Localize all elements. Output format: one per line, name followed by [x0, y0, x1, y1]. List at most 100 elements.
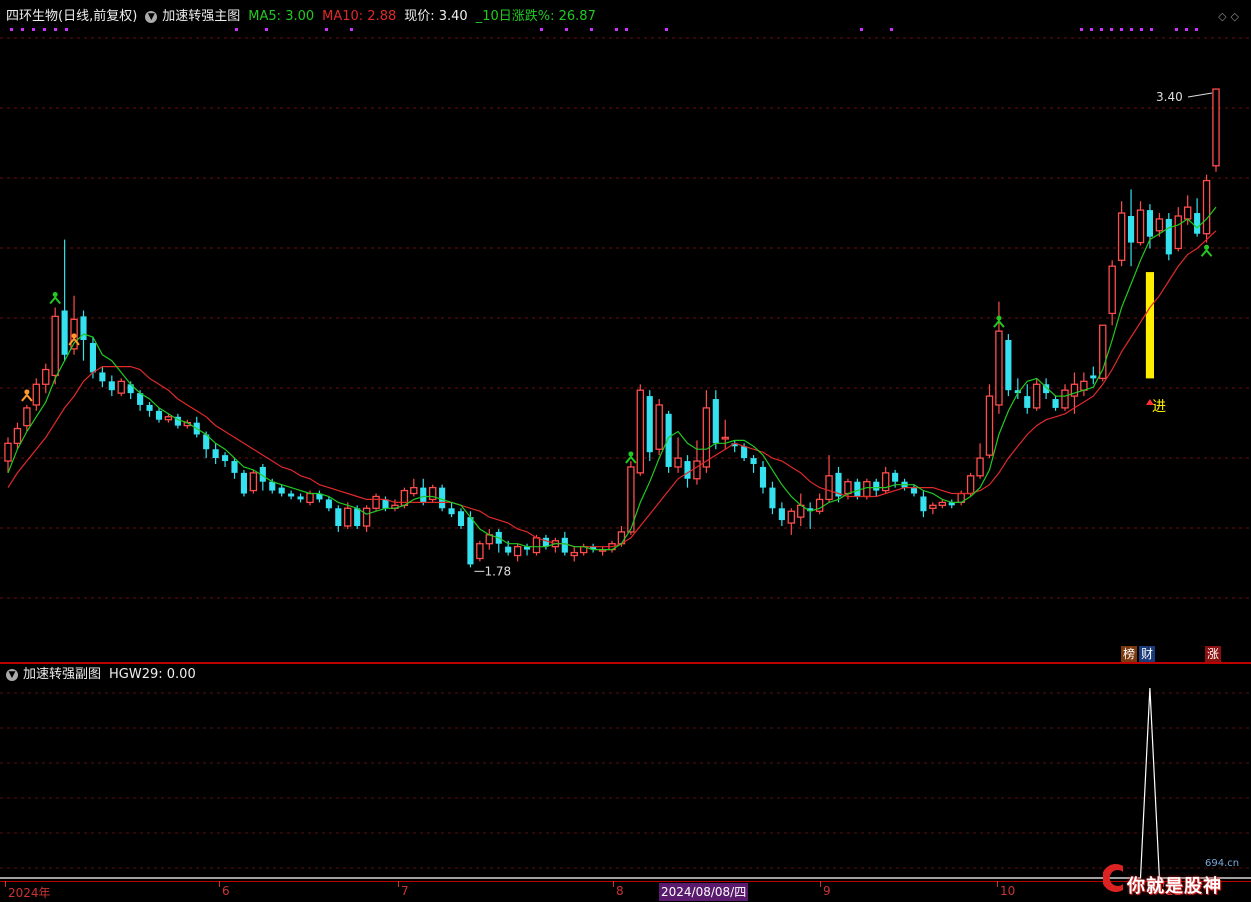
indicator-menu-icon[interactable]: ▼: [145, 11, 158, 23]
high-price-label: 3.40: [1156, 90, 1183, 104]
watermark: 你就是股神 694.cn: [1103, 858, 1248, 898]
marker-dot: [1110, 28, 1113, 31]
candle-up: [844, 481, 852, 495]
candle-up: [51, 315, 59, 377]
stock-title[interactable]: 四环生物(日线,前复权): [6, 7, 137, 27]
marker-dot: [265, 28, 268, 31]
candle-up: [1108, 265, 1116, 315]
price-chart-svg: 3.40 1.78 进: [0, 28, 1251, 599]
candle-up: [1136, 209, 1145, 244]
diamond-outline-icon[interactable]: ◇: [1231, 10, 1243, 23]
candle-down: [221, 455, 229, 462]
candle-up: [655, 404, 663, 450]
candle-down: [297, 496, 304, 500]
marker-dot: [540, 28, 543, 31]
candle-down: [873, 481, 880, 491]
candle-up: [966, 475, 975, 495]
candle-up: [1202, 179, 1211, 235]
date-label-9: 9: [820, 881, 831, 898]
candle-up: [1212, 88, 1220, 167]
candle-up: [674, 457, 682, 468]
marker-dot: [1100, 28, 1103, 31]
candle-down: [910, 487, 918, 494]
marker-dot: [665, 28, 668, 31]
candle-down: [561, 537, 568, 553]
date-cursor-label: 2024/08/08/四: [659, 883, 749, 901]
diamond-icon[interactable]: ◇: [1218, 10, 1230, 23]
marker-dot: [1140, 28, 1143, 31]
marker-dot: [65, 28, 68, 31]
marker-dot: [1175, 28, 1178, 31]
candle-up: [476, 543, 484, 560]
marker-dot: [625, 28, 628, 31]
sub-indicator-name[interactable]: 加速转强副图: [23, 665, 101, 685]
price-label: 现价: 3.40: [404, 9, 468, 24]
sub-indicator-menu-icon[interactable]: ▼: [6, 669, 18, 681]
change-label: _10日涨跌%: 26.87: [475, 9, 596, 24]
candle-down: [61, 310, 68, 355]
corner-icons[interactable]: ◇◇: [1218, 10, 1243, 23]
candle-down: [231, 461, 238, 473]
candle-down: [146, 404, 153, 411]
marker-dot: [32, 28, 35, 31]
hgw29-line: [0, 687, 1251, 879]
candle-up: [117, 380, 125, 394]
signal-text: 进: [1152, 399, 1166, 415]
candle-down: [1127, 216, 1135, 243]
candle-down: [1052, 399, 1059, 408]
candle-up: [995, 330, 1003, 406]
candle-up: [636, 389, 645, 474]
candle-down: [108, 381, 115, 391]
candle-up: [1117, 212, 1126, 261]
candle-down: [457, 511, 465, 526]
main-header: 四环生物(日线,前复权) ▼ 加速转强主图 MA5: 3.00 MA10: 2.…: [6, 7, 604, 27]
candle-down: [439, 487, 446, 509]
candle-up: [1080, 380, 1088, 391]
finance-badge[interactable]: 财: [1139, 646, 1156, 662]
candle-down: [288, 493, 295, 497]
limit-up-badge[interactable]: 涨: [1205, 646, 1222, 662]
candle-down: [240, 472, 248, 494]
candle-up: [976, 457, 984, 477]
marker-dot: [1195, 28, 1198, 31]
candle-down: [750, 458, 757, 464]
marker-dot: [1120, 28, 1123, 31]
candle-down: [759, 466, 767, 488]
candle-down: [1005, 340, 1012, 391]
person-marker-icon: [49, 295, 61, 305]
candle-up: [1061, 389, 1069, 409]
date-label-6: 6: [219, 881, 230, 898]
marker-dot: [590, 28, 593, 31]
indicator-name[interactable]: 加速转强主图: [162, 7, 240, 27]
low-price-label: 1.78: [484, 564, 511, 578]
sub-header: ▼ 加速转强副图 HGW29: 0.00: [6, 665, 204, 685]
candle-down: [269, 481, 276, 491]
candle-up: [938, 501, 947, 506]
main-chart-panel[interactable]: 3.40 1.78 进 四环生物(日线,前复权) ▼ 加速转强主图 MA5: 3.0…: [0, 0, 1251, 662]
marker-dot: [1185, 28, 1188, 31]
candle-down: [854, 481, 861, 497]
candle-up: [372, 495, 380, 509]
candle-up: [693, 460, 701, 480]
watermark-logo-icon: [1103, 864, 1123, 892]
date-label-10: 10: [996, 881, 1016, 898]
candle-up: [532, 537, 541, 554]
sub-chart-panel[interactable]: ▼ 加速转强副图 HGW29: 0.00: [0, 663, 1251, 881]
candle-up: [513, 546, 522, 557]
ma10-label: MA10: 2.88: [322, 9, 397, 24]
candle-down: [646, 396, 653, 453]
candle-down: [89, 342, 97, 373]
marker-dot: [860, 28, 863, 31]
candle-down: [712, 399, 719, 444]
candle-down: [155, 410, 163, 420]
candle-down: [778, 508, 785, 521]
candle-up: [1032, 383, 1041, 409]
rank-badge[interactable]: 榜: [1121, 646, 1138, 662]
date-axis[interactable]: 2024年 6 7 8 2024/08/08/四 9 10 11: [0, 881, 1251, 902]
marker-dot: [615, 28, 618, 31]
candle-up: [306, 492, 314, 504]
ma5-line: [7, 206, 1217, 551]
candle-down: [448, 508, 455, 515]
candle-up: [164, 416, 173, 421]
candle-down: [420, 487, 427, 503]
